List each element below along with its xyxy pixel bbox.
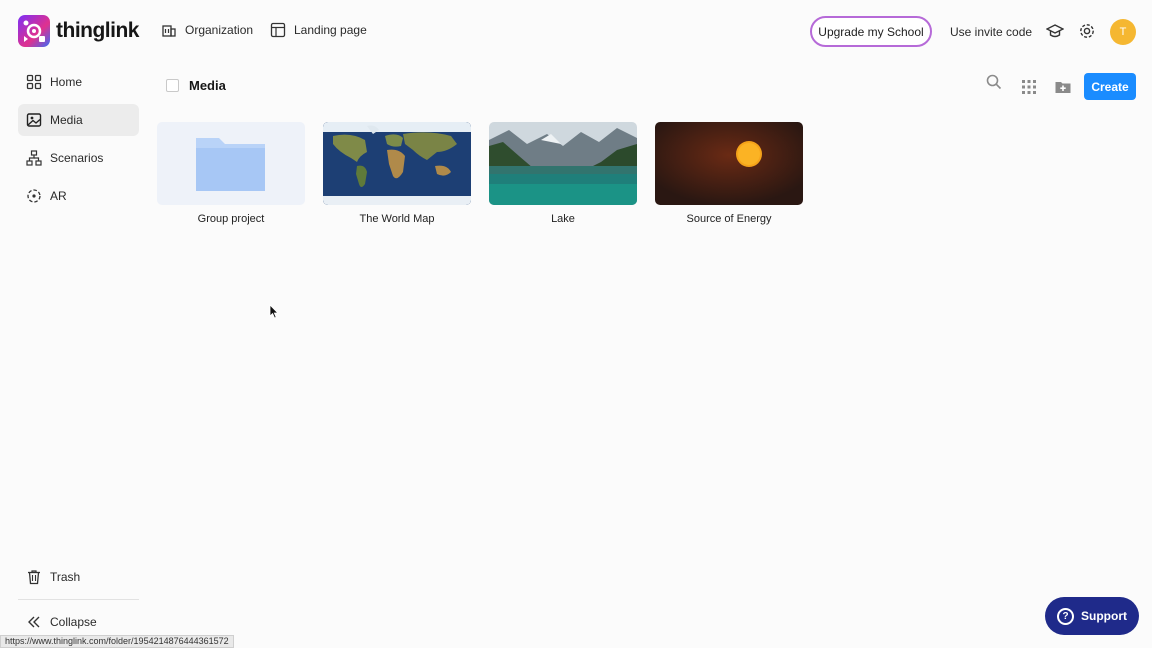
media-card-source-of-energy[interactable]: Source of Energy (655, 122, 803, 225)
support-button[interactable]: ? Support (1045, 597, 1139, 635)
sidebar-item-label: Scenarios (50, 151, 104, 165)
card-label: Source of Energy (686, 213, 772, 225)
sidebar: Home Media Scenarios AR (18, 66, 139, 218)
brand-name: thinglink (56, 19, 140, 42)
sidebar-collapse-button[interactable]: Collapse (18, 606, 139, 638)
new-folder-icon[interactable] (1054, 78, 1072, 96)
layout-icon (270, 22, 286, 38)
content-header: Media (166, 78, 226, 93)
sidebar-item-label: Home (50, 75, 83, 89)
select-all-checkbox[interactable] (166, 79, 179, 92)
support-label: Support (1081, 609, 1127, 623)
link-status-bar: https://www.thinglink.com/folder/1954214… (0, 635, 234, 648)
sidebar-item-trash[interactable]: Trash (18, 561, 139, 593)
lake-thumbnail (489, 122, 637, 205)
search-icon[interactable] (985, 73, 1003, 91)
folder-thumbnail (157, 122, 305, 205)
sidebar-item-label: Media (50, 113, 83, 127)
card-label: The World Map (359, 213, 435, 225)
sidebar-item-scenarios[interactable]: Scenarios (18, 142, 139, 174)
card-label: Lake (551, 213, 575, 225)
image-icon (26, 113, 42, 127)
create-button[interactable]: Create (1084, 73, 1136, 100)
sidebar-divider (18, 599, 139, 600)
help-icon: ? (1057, 607, 1074, 625)
invite-code-link[interactable]: Use invite code (950, 25, 1032, 39)
lake-image (489, 122, 637, 205)
building-icon (162, 25, 176, 37)
graduation-cap-icon[interactable] (1046, 22, 1064, 40)
sidebar-item-media[interactable]: Media (18, 104, 139, 136)
world-map-image (323, 122, 471, 205)
media-card-group-project[interactable]: Group project (157, 122, 305, 225)
grid-view-icon[interactable] (1020, 78, 1038, 96)
page-title: Media (189, 78, 226, 93)
double-chevron-left-icon (28, 616, 40, 628)
media-card-lake[interactable]: Lake (489, 122, 637, 225)
top-bar: thinglink Organization Landing page Upgr… (0, 0, 1152, 64)
card-label: Group project (197, 213, 265, 225)
trash-icon (28, 570, 40, 585)
sidebar-item-label: AR (50, 189, 67, 203)
avatar[interactable]: T (1110, 19, 1136, 45)
world-map-thumbnail (323, 122, 471, 205)
mouse-cursor-icon (269, 304, 279, 319)
logo[interactable]: thinglink (18, 15, 140, 47)
grid-icon (26, 74, 42, 90)
upgrade-school-button[interactable]: Upgrade my School (810, 16, 932, 47)
sidebar-item-label: Trash (50, 570, 81, 584)
nav-organization-label: Organization (185, 23, 254, 37)
nav-landing-page-label: Landing page (294, 23, 367, 37)
sidebar-item-ar[interactable]: AR (18, 180, 139, 212)
hierarchy-icon (26, 150, 42, 166)
folder-icon (196, 138, 265, 191)
media-card-world-map[interactable]: The World Map (323, 122, 471, 225)
sidebar-item-label: Collapse (50, 615, 97, 629)
energy-thumbnail (655, 122, 803, 205)
sun-image (655, 122, 803, 205)
nav-organization[interactable]: Organization (161, 22, 253, 38)
sidebar-item-home[interactable]: Home (18, 66, 139, 98)
ar-icon (27, 189, 41, 203)
nav-landing-page[interactable]: Landing page (270, 22, 367, 38)
thinglink-logo-icon (18, 15, 50, 47)
settings-gear-icon[interactable] (1078, 22, 1096, 40)
